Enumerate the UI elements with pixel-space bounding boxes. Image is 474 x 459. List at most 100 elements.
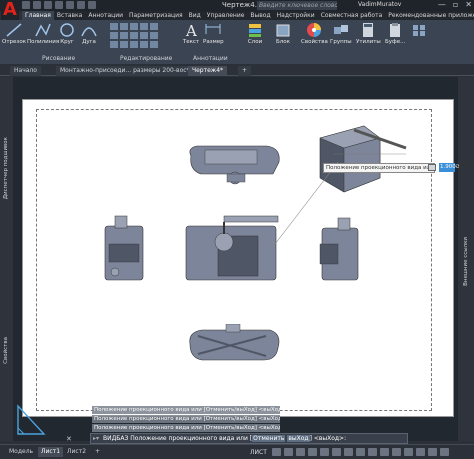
mirror-icon[interactable] <box>120 32 128 39</box>
hardware-acceleration-icon[interactable] <box>415 448 425 456</box>
groups-icon <box>333 25 348 34</box>
layers-button[interactable]: Слои <box>246 22 264 45</box>
text-button[interactable]: A Текст <box>182 22 200 45</box>
trim-icon[interactable] <box>130 23 138 30</box>
command-history-line: Положение проекционного вида или [Отмени… <box>92 415 280 423</box>
front-view-part[interactable] <box>184 210 280 286</box>
stretch-icon[interactable] <box>110 41 118 48</box>
layout-tab-sheet1[interactable]: Лист1 <box>38 447 64 457</box>
tab-manage[interactable]: Управление <box>204 11 248 20</box>
search-input[interactable]: Введите ключевое слово/фразу <box>257 1 337 10</box>
ortho-icon[interactable] <box>295 448 305 456</box>
draw-group-label[interactable]: Рисование <box>42 55 75 62</box>
doc-tab-start[interactable]: Начало <box>10 66 41 76</box>
osnap-icon[interactable] <box>319 448 329 456</box>
redo-icon[interactable] <box>88 1 96 9</box>
otrack-icon[interactable] <box>331 448 341 456</box>
add-layout-button[interactable]: + <box>92 447 103 457</box>
polyline-button[interactable]: Полилиния <box>27 22 59 45</box>
command-line[interactable]: ▸▾ ВИДБАЗ Положение проекционного вида ил… <box>90 433 408 444</box>
autocad-logo-icon[interactable]: A <box>1 0 19 22</box>
fillet-icon[interactable] <box>150 23 158 30</box>
command-prefix-icon: ▸▾ <box>93 435 100 442</box>
quick-access-toolbar <box>22 1 96 10</box>
clean-screen-icon[interactable] <box>427 448 437 456</box>
block-button[interactable]: Блок <box>274 22 292 45</box>
open-file-icon[interactable] <box>33 1 41 9</box>
dimension-button[interactable]: Размер <box>203 22 224 45</box>
layout-tab-sheet2[interactable]: Лист2 <box>64 447 89 457</box>
tab-collaborate[interactable]: Совместная работа <box>318 11 386 20</box>
svg-text:A: A <box>185 22 197 38</box>
explode-icon[interactable] <box>140 32 148 39</box>
cmd-option-exit[interactable]: выХод <box>287 435 310 442</box>
scale-icon[interactable] <box>120 41 128 48</box>
layout-tab-model[interactable]: Модель <box>6 447 36 457</box>
tab-annotate[interactable]: Аннотации <box>85 11 126 20</box>
snap-icon[interactable] <box>283 448 293 456</box>
erase-icon[interactable] <box>140 23 148 30</box>
command-line-close-icon[interactable]: ✕ <box>66 435 72 443</box>
properties-button[interactable]: Свойства <box>301 22 328 45</box>
grid-icon[interactable] <box>271 448 281 456</box>
doc-tab-drawing-1[interactable]: Монтажно-присоеди... размеры 200-вос* <box>56 66 194 76</box>
tab-output[interactable]: Вывод <box>247 11 273 20</box>
clipboard-button[interactable]: Буфе... <box>385 22 405 45</box>
lineweight-icon[interactable] <box>343 448 353 456</box>
annotation-group-label[interactable]: Аннотации <box>193 55 228 62</box>
new-tab-button[interactable]: + <box>238 66 252 76</box>
workspace-icon[interactable] <box>391 448 401 456</box>
doc-tab-drawing-2[interactable]: Чертеж4* <box>188 66 228 76</box>
save-as-icon[interactable] <box>55 1 63 9</box>
window-controls: — ▫ ✕ <box>438 0 472 9</box>
customization-icon[interactable] <box>439 448 449 456</box>
polar-icon[interactable] <box>307 448 317 456</box>
view-tools[interactable] <box>410 22 428 39</box>
properties-palette-tab[interactable]: Свойства <box>3 337 9 364</box>
transparency-icon[interactable] <box>355 448 365 456</box>
title-bar: Чертеж4.dwg Введите ключевое слово/фразу… <box>0 0 474 11</box>
paper-space-label[interactable]: ЛИСТ <box>250 449 267 456</box>
top-view-part[interactable] <box>183 140 283 188</box>
sheet-set-manager-tab[interactable]: Диспетчер подшивок <box>3 137 9 199</box>
tab-view[interactable]: Вид <box>186 11 204 20</box>
external-references-tab[interactable]: Внешние ссылки <box>463 237 469 286</box>
rotate-icon[interactable] <box>120 23 128 30</box>
tab-parametric[interactable]: Параметризация <box>126 11 186 20</box>
command-history-line: Положение проекционного вида или [Отмени… <box>92 406 280 414</box>
plot-icon[interactable] <box>66 1 74 9</box>
offset-icon[interactable] <box>150 32 158 39</box>
tab-insert[interactable]: Вставка <box>54 11 85 20</box>
undo-icon[interactable] <box>77 1 85 9</box>
dynamic-input-field[interactable]: 1.9000 <box>439 163 459 172</box>
minimize-button[interactable]: — <box>438 0 446 9</box>
maximize-button[interactable]: ▫ <box>453 0 458 9</box>
array-icon[interactable] <box>130 41 138 48</box>
cmd-option-undo[interactable]: Отменить <box>252 435 286 442</box>
line-button[interactable]: Отрезок <box>2 22 26 45</box>
move-icon[interactable] <box>110 23 118 30</box>
left-view-part[interactable] <box>103 214 145 282</box>
status-bar: Модель Лист1 Лист2 + ЛИСТ <box>0 444 474 459</box>
command-suffix: ] <выХод>: <box>309 435 347 442</box>
isolate-objects-icon[interactable] <box>403 448 413 456</box>
arc-button[interactable]: Дуга <box>80 22 98 45</box>
new-file-icon[interactable] <box>22 1 30 9</box>
modify-group-label[interactable]: Редактирование <box>120 55 172 62</box>
join-icon[interactable] <box>140 41 148 48</box>
annotation-scale-icon[interactable] <box>379 448 389 456</box>
copy-icon[interactable] <box>110 32 118 39</box>
fillet2-icon[interactable] <box>130 32 138 39</box>
tab-featured-apps[interactable]: Рекомендованные приложения <box>385 11 474 20</box>
circle-button[interactable]: Круг <box>58 22 76 45</box>
user-name[interactable]: VadimMuratov <box>358 1 401 8</box>
chamfer-icon[interactable] <box>150 41 158 48</box>
utilities-button[interactable]: Утилиты <box>356 22 381 45</box>
close-button[interactable]: ✕ <box>465 0 472 9</box>
selection-cycling-icon[interactable] <box>367 448 377 456</box>
groups-button[interactable]: Группы <box>330 22 352 45</box>
bottom-view-part[interactable] <box>184 324 284 366</box>
tab-home[interactable]: Главная <box>22 11 54 20</box>
save-icon[interactable] <box>44 1 52 9</box>
tab-addins[interactable]: Надстройки <box>274 11 318 20</box>
